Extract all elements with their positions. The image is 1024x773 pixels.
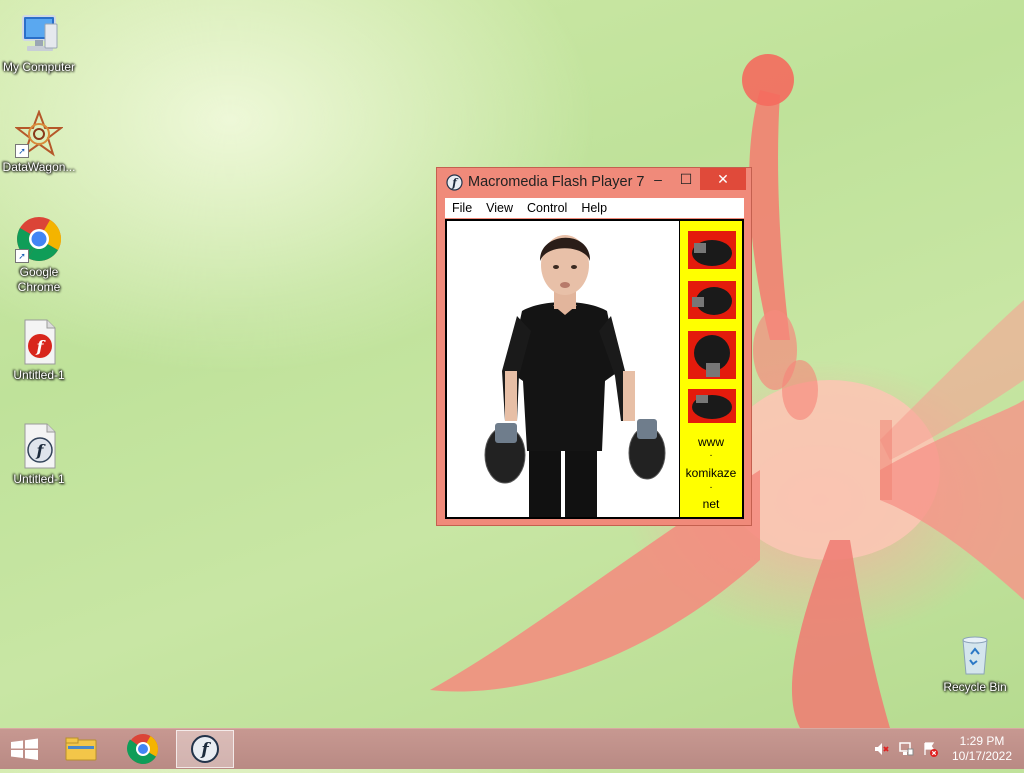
desktop-icon-google-chrome[interactable]: ➚ Google Chrome xyxy=(0,215,79,295)
desktop-icon-label: DataWagon... xyxy=(2,160,76,174)
desktop-icon-label: Untitled-1 xyxy=(13,368,65,382)
desktop-icon-datawagon[interactable]: ➚ DataWagon... xyxy=(0,109,79,175)
taskbar-chrome[interactable] xyxy=(114,730,172,768)
network-icon[interactable] xyxy=(898,741,914,757)
menu-file[interactable]: File xyxy=(445,198,479,218)
desktop-icon-label: My Computer xyxy=(2,60,76,74)
sidebar-link-text[interactable]: net xyxy=(680,497,742,511)
menu-help[interactable]: Help xyxy=(574,198,614,218)
desktop-icon-untitled-flash-doc[interactable]: f Untitled-1 xyxy=(0,318,79,383)
taskbar: f 1:29 PM 10/17/2022 xyxy=(0,728,1024,769)
action-center-icon[interactable] xyxy=(922,741,938,757)
desktop-icon-label: Untitled-1 xyxy=(13,472,65,486)
clock-time: 1:29 PM xyxy=(959,734,1005,748)
flash-document-icon: f xyxy=(15,318,63,366)
taskbar-flash-player[interactable]: f xyxy=(176,730,234,768)
flash-player-icon: f xyxy=(191,735,219,763)
menu-bar: File View Control Help xyxy=(445,198,744,218)
flash-stage[interactable]: www . komikaze . net xyxy=(445,219,744,519)
desktop-icon-label: Google Chrome xyxy=(17,265,61,294)
desktop-icon-label: Recycle Bin xyxy=(943,680,1007,694)
taskbar-file-explorer[interactable] xyxy=(52,730,110,768)
sidebar-link-text[interactable]: komikaze xyxy=(680,466,742,480)
thumbnail-glove-2[interactable] xyxy=(688,281,736,319)
start-button[interactable] xyxy=(0,730,58,768)
flash-player-document-icon: f xyxy=(15,422,63,470)
menu-control[interactable]: Control xyxy=(520,198,574,218)
file-explorer-icon xyxy=(65,737,97,761)
recycle-bin-icon xyxy=(951,630,999,678)
shortcut-arrow-icon: ➚ xyxy=(15,144,29,158)
window-title: Macromedia Flash Player 7 xyxy=(468,174,645,190)
close-button[interactable]: ✕ xyxy=(700,168,746,190)
boxer-photo[interactable] xyxy=(447,221,679,517)
system-clock[interactable]: 1:29 PM 10/17/2022 xyxy=(946,734,1018,764)
thumbnail-glove-3[interactable] xyxy=(688,331,736,379)
maximize-button[interactable]: ☐ xyxy=(672,168,700,190)
windows-start-icon xyxy=(11,738,38,760)
sidebar-link-text: . xyxy=(709,448,713,459)
flash-player-window[interactable]: f Macromedia Flash Player 7 – ☐ ✕ File Vi… xyxy=(436,167,752,526)
desktop-icon-recycle-bin[interactable]: Recycle Bin xyxy=(935,630,1015,695)
sidebar-link-text[interactable]: www xyxy=(680,435,742,449)
navigation-sidebar: www . komikaze . net xyxy=(680,221,742,517)
speaker-muted-icon[interactable] xyxy=(874,741,890,757)
desktop-icon-my-computer[interactable]: My Computer xyxy=(0,10,79,75)
sidebar-link-text: . xyxy=(709,480,713,491)
shortcut-arrow-icon: ➚ xyxy=(15,249,29,263)
chrome-icon: ➚ xyxy=(15,215,63,263)
computer-icon xyxy=(15,10,63,58)
datawagon-icon: ➚ xyxy=(14,109,64,158)
thumbnail-glove-4[interactable] xyxy=(688,389,736,423)
minimize-button[interactable]: – xyxy=(644,168,672,190)
chrome-icon xyxy=(127,734,159,765)
window-titlebar[interactable]: f Macromedia Flash Player 7 – ☐ ✕ xyxy=(437,168,751,198)
clock-date: 10/17/2022 xyxy=(951,749,1013,763)
menu-view[interactable]: View xyxy=(479,198,520,218)
flash-player-icon: f xyxy=(446,174,463,191)
desktop-icon-untitled-swf[interactable]: f Untitled-1 xyxy=(0,422,79,487)
thumbnail-glove-1[interactable] xyxy=(688,231,736,269)
